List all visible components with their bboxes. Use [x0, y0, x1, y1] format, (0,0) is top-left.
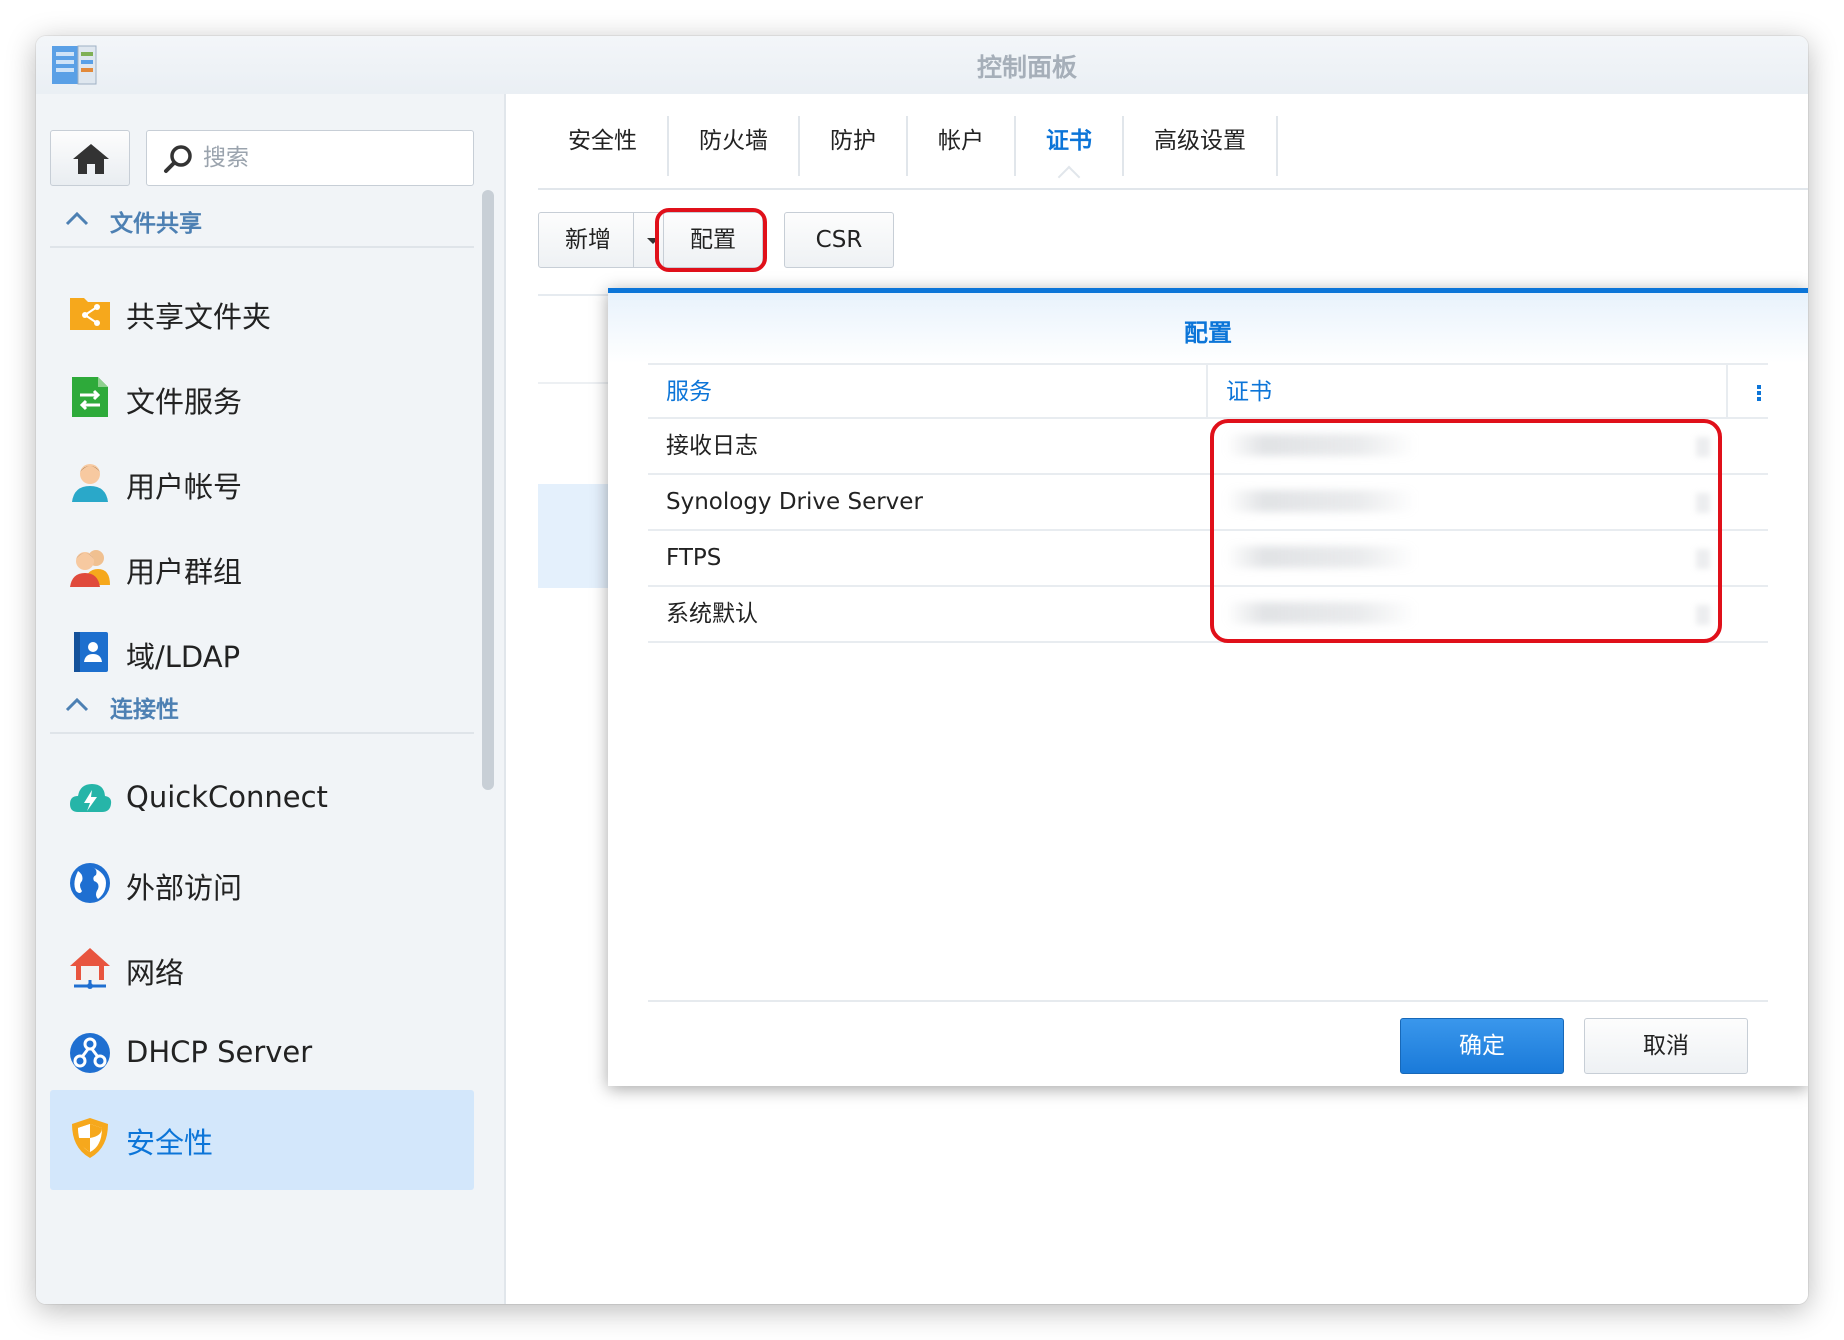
sidebar-item-label: 域/LDAP — [126, 640, 241, 674]
sidebar-item-security[interactable]: 安全性 — [50, 1090, 474, 1190]
service-cell: FTPS — [666, 545, 722, 571]
sidebar-item-quickconnect[interactable]: QuickConnect — [50, 750, 474, 846]
tab-bar: 安全性 防火墙 防护 帐户 证书 高级设置 — [538, 116, 1278, 176]
tab-account[interactable]: 帐户 — [908, 116, 1016, 176]
dialog-header: 配置 — [608, 293, 1808, 363]
add-button-label: 新增 — [565, 227, 611, 253]
network-house-icon — [70, 948, 110, 989]
service-cell: 系统默认 — [666, 601, 758, 627]
sidebar-item-network[interactable]: 网络 — [50, 920, 474, 1016]
tab-certificate[interactable]: 证书 — [1016, 116, 1124, 176]
control-panel-window: 控制面板 文件共享 共享文件夹 — [36, 36, 1808, 1304]
window-title: 控制面板 — [976, 53, 1077, 82]
user-group-icon — [70, 550, 110, 587]
sidebar-item-label: 网络 — [126, 956, 185, 990]
quickconnect-cloud-icon — [70, 784, 112, 812]
shield-icon — [72, 1118, 108, 1158]
sidebar-item-label: 用户帐号 — [126, 470, 243, 504]
tab-firewall[interactable]: 防火墙 — [669, 116, 800, 176]
configure-dialog: 配置 服务 证书 接收日志 Synology Drive Server FTPS… — [608, 288, 1808, 1086]
dhcp-icon — [70, 1033, 110, 1073]
table-header-row: 服务 证书 — [648, 363, 1768, 419]
sidebar-item-label: QuickConnect — [126, 780, 328, 814]
sidebar-item-external-access[interactable]: 外部访问 — [50, 835, 474, 931]
sidebar-scrollbar[interactable] — [482, 190, 494, 790]
column-header-certificate[interactable]: 证书 — [1226, 365, 1726, 419]
column-header-service[interactable]: 服务 — [666, 365, 1206, 419]
csr-button[interactable]: CSR — [784, 212, 894, 268]
sidebar-item-user[interactable]: 用户帐号 — [50, 434, 474, 530]
service-cell: Synology Drive Server — [666, 489, 923, 515]
shared-folder-icon — [70, 298, 110, 330]
configure-highlight-annotation — [655, 208, 767, 272]
sidebar-item-file-services[interactable]: 文件服务 — [50, 349, 474, 445]
section-label: 文件共享 — [110, 211, 202, 237]
section-file-sharing[interactable]: 文件共享 — [50, 190, 474, 248]
search-input[interactable] — [203, 141, 463, 175]
dialog-footer-divider — [648, 1000, 1768, 1002]
user-icon — [72, 464, 108, 502]
globe-icon — [70, 863, 110, 903]
tab-security[interactable]: 安全性 — [538, 116, 669, 176]
sidebar-item-label: 安全性 — [126, 1126, 214, 1160]
tab-advanced[interactable]: 高级设置 — [1124, 116, 1278, 176]
chevron-up-icon — [65, 211, 89, 226]
tab-protection[interactable]: 防护 — [800, 116, 908, 176]
service-cell: 接收日志 — [666, 433, 758, 459]
cancel-button[interactable]: 取消 — [1584, 1018, 1748, 1074]
tab-divider — [538, 188, 1808, 190]
title-bar: 控制面板 — [36, 36, 1808, 94]
sidebar-item-label: DHCP Server — [126, 1035, 313, 1069]
section-connectivity[interactable]: 连接性 — [50, 676, 474, 734]
search-icon — [164, 145, 192, 173]
file-services-icon — [72, 377, 108, 417]
column-divider — [1206, 365, 1208, 419]
sidebar-item-user-group[interactable]: 用户群组 — [50, 519, 474, 615]
sidebar-item-shared-folder[interactable]: 共享文件夹 — [50, 264, 474, 360]
certificate-highlight-annotation — [1210, 419, 1722, 643]
section-label: 连接性 — [110, 697, 179, 723]
domain-ldap-icon — [74, 632, 108, 672]
sidebar-item-label: 文件服务 — [126, 385, 243, 419]
sidebar: 文件共享 共享文件夹 文件服务 用 — [36, 94, 506, 1304]
sidebar-item-label: 共享文件夹 — [126, 300, 272, 334]
dialog-title: 配置 — [1184, 319, 1232, 347]
search-box[interactable] — [146, 130, 474, 186]
sidebar-item-dhcp-server[interactable]: DHCP Server — [50, 1005, 474, 1101]
sidebar-item-label: 用户群组 — [126, 555, 243, 589]
column-menu-icon[interactable] — [1756, 383, 1762, 403]
column-divider — [1726, 365, 1728, 419]
sidebar-item-label: 外部访问 — [126, 871, 243, 905]
add-button[interactable]: 新增 — [538, 212, 672, 268]
chevron-up-icon — [65, 697, 89, 712]
home-button[interactable] — [50, 130, 130, 186]
ok-button[interactable]: 确定 — [1400, 1018, 1564, 1074]
home-icon — [73, 144, 109, 174]
